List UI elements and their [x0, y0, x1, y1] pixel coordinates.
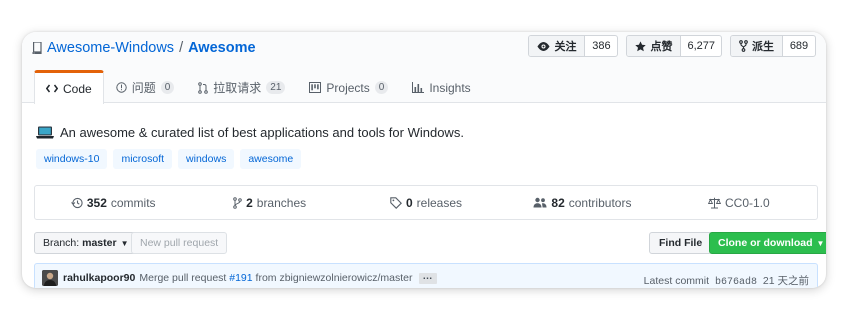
fork-button[interactable]: 派生 [731, 36, 783, 56]
tab-projects[interactable]: Projects 0 [297, 70, 400, 104]
repo-icon [32, 42, 42, 54]
watch-label: 关注 [554, 41, 577, 53]
history-icon [70, 197, 83, 208]
watch-button[interactable]: 关注 [529, 36, 586, 56]
repo-description: An awesome & curated list of best applic… [36, 125, 464, 140]
repo-tabs: Code 问题 0 拉取请求 21 Projects 0 Insights [34, 70, 483, 104]
repo-summary: 352 commits 2 branches 0 releases 82 con… [34, 185, 818, 220]
license-label: CC0-1.0 [724, 195, 770, 210]
tab-pull-requests-label: 拉取请求 [213, 81, 262, 95]
fork-button-group: 派生 689 [730, 35, 816, 57]
tab-pull-requests-counter: 21 [266, 81, 286, 94]
watch-count[interactable]: 386 [585, 36, 617, 56]
contributors-label: contributors [568, 195, 632, 210]
topic-tag[interactable]: microsoft [113, 149, 173, 169]
topic-tag[interactable]: awesome [240, 149, 302, 169]
code-icon [46, 84, 58, 93]
caret-down-icon: ▼ [816, 238, 825, 248]
commit-message-suffix[interactable]: from zbigniewzolnierowicz/master [256, 272, 413, 284]
find-file-button[interactable]: Find File [649, 232, 713, 254]
tab-insights[interactable]: Insights [400, 70, 482, 104]
fork-icon [739, 40, 748, 52]
license-link[interactable]: CC0-1.0 [661, 196, 817, 210]
repo-title: Awesome-Windows / Awesome [32, 38, 256, 58]
commit-sha-link[interactable]: b676ad8 [715, 277, 757, 288]
star-button[interactable]: 点赞 [627, 36, 682, 56]
tab-projects-counter: 0 [374, 81, 389, 94]
releases-link[interactable]: 0 releases [348, 196, 504, 210]
commit-time: 21 天之前 [762, 275, 809, 287]
avatar[interactable] [42, 270, 58, 286]
people-icon [533, 197, 547, 208]
clone-download-label: Clone or download [718, 237, 813, 249]
graph-icon [412, 82, 425, 93]
new-pull-request-button[interactable]: New pull request [131, 232, 228, 254]
repo-header: Awesome-Windows / Awesome 关注 386 点赞 6,27… [22, 32, 826, 104]
latest-commit-bar: rahulkapoor90 Merge pull request #191 fr… [34, 263, 818, 288]
topic-list: windows-10 microsoft windows awesome [36, 149, 302, 169]
tab-issues-label: 问题 [131, 81, 156, 95]
star-icon [635, 40, 647, 51]
tag-icon [390, 196, 402, 209]
star-count[interactable]: 6,277 [681, 36, 721, 56]
branch-icon [233, 196, 242, 209]
latest-commit-info: Latest commit b676ad8 21 天之前 [644, 273, 809, 288]
commit-author-link[interactable]: rahulkapoor90 [63, 272, 135, 284]
tab-issues[interactable]: 问题 0 [104, 70, 187, 104]
repo-separator: / [179, 40, 184, 56]
releases-label: releases [416, 195, 463, 210]
fork-label: 派生 [752, 41, 774, 53]
tab-code-label: Code [63, 81, 92, 96]
law-icon [707, 197, 721, 208]
tab-projects-label: Projects [326, 80, 370, 95]
clone-download-button[interactable]: Clone or download ▼ [709, 232, 826, 254]
tab-pull-requests[interactable]: 拉取请求 21 [186, 70, 297, 104]
star-label: 点赞 [650, 41, 673, 53]
eye-icon [537, 41, 550, 51]
commits-link[interactable]: 352 commits [35, 196, 191, 210]
commit-expand-button[interactable]: … [418, 271, 437, 284]
branches-link[interactable]: 2 branches [191, 196, 347, 210]
tab-insights-label: Insights [429, 80, 471, 95]
contributors-count: 82 [551, 195, 565, 210]
repo-owner-link[interactable]: Awesome-Windows [47, 40, 174, 56]
repo-actions: 关注 386 点赞 6,277 派生 689 [528, 35, 816, 57]
project-icon [309, 82, 322, 93]
latest-commit-label: Latest commit [643, 275, 710, 287]
fork-count[interactable]: 689 [783, 36, 815, 56]
caret-down-icon: ▼ [120, 238, 129, 248]
repo-page-card: Awesome-Windows / Awesome 关注 386 点赞 6,27… [22, 32, 826, 288]
issue-icon [115, 82, 127, 93]
repo-description-text: An awesome & curated list of best applic… [60, 125, 464, 140]
branch-select-button[interactable]: Branch: master ▼ [34, 232, 138, 254]
star-button-group: 点赞 6,277 [626, 35, 722, 57]
commit-message-prefix[interactable]: Merge pull request [139, 272, 226, 284]
tab-issues-counter: 0 [160, 81, 175, 94]
laptop-emoji-icon [36, 126, 54, 139]
releases-count: 0 [405, 195, 413, 210]
branches-count: 2 [246, 195, 253, 210]
repo-name-link[interactable]: Awesome [188, 40, 255, 56]
pull-request-icon [198, 81, 209, 94]
commits-count: 352 [86, 195, 107, 210]
topic-tag[interactable]: windows [178, 149, 235, 169]
watch-button-group: 关注 386 [528, 35, 619, 57]
tab-code[interactable]: Code [34, 70, 104, 104]
branch-select-value: master [82, 237, 117, 249]
contributors-link[interactable]: 82 contributors [504, 196, 660, 210]
commit-pr-link[interactable]: #191 [229, 272, 252, 284]
branch-select-label: Branch: [43, 237, 80, 249]
branches-label: branches [256, 195, 307, 210]
topic-tag[interactable]: windows-10 [36, 149, 108, 169]
commits-label: commits [110, 195, 156, 210]
